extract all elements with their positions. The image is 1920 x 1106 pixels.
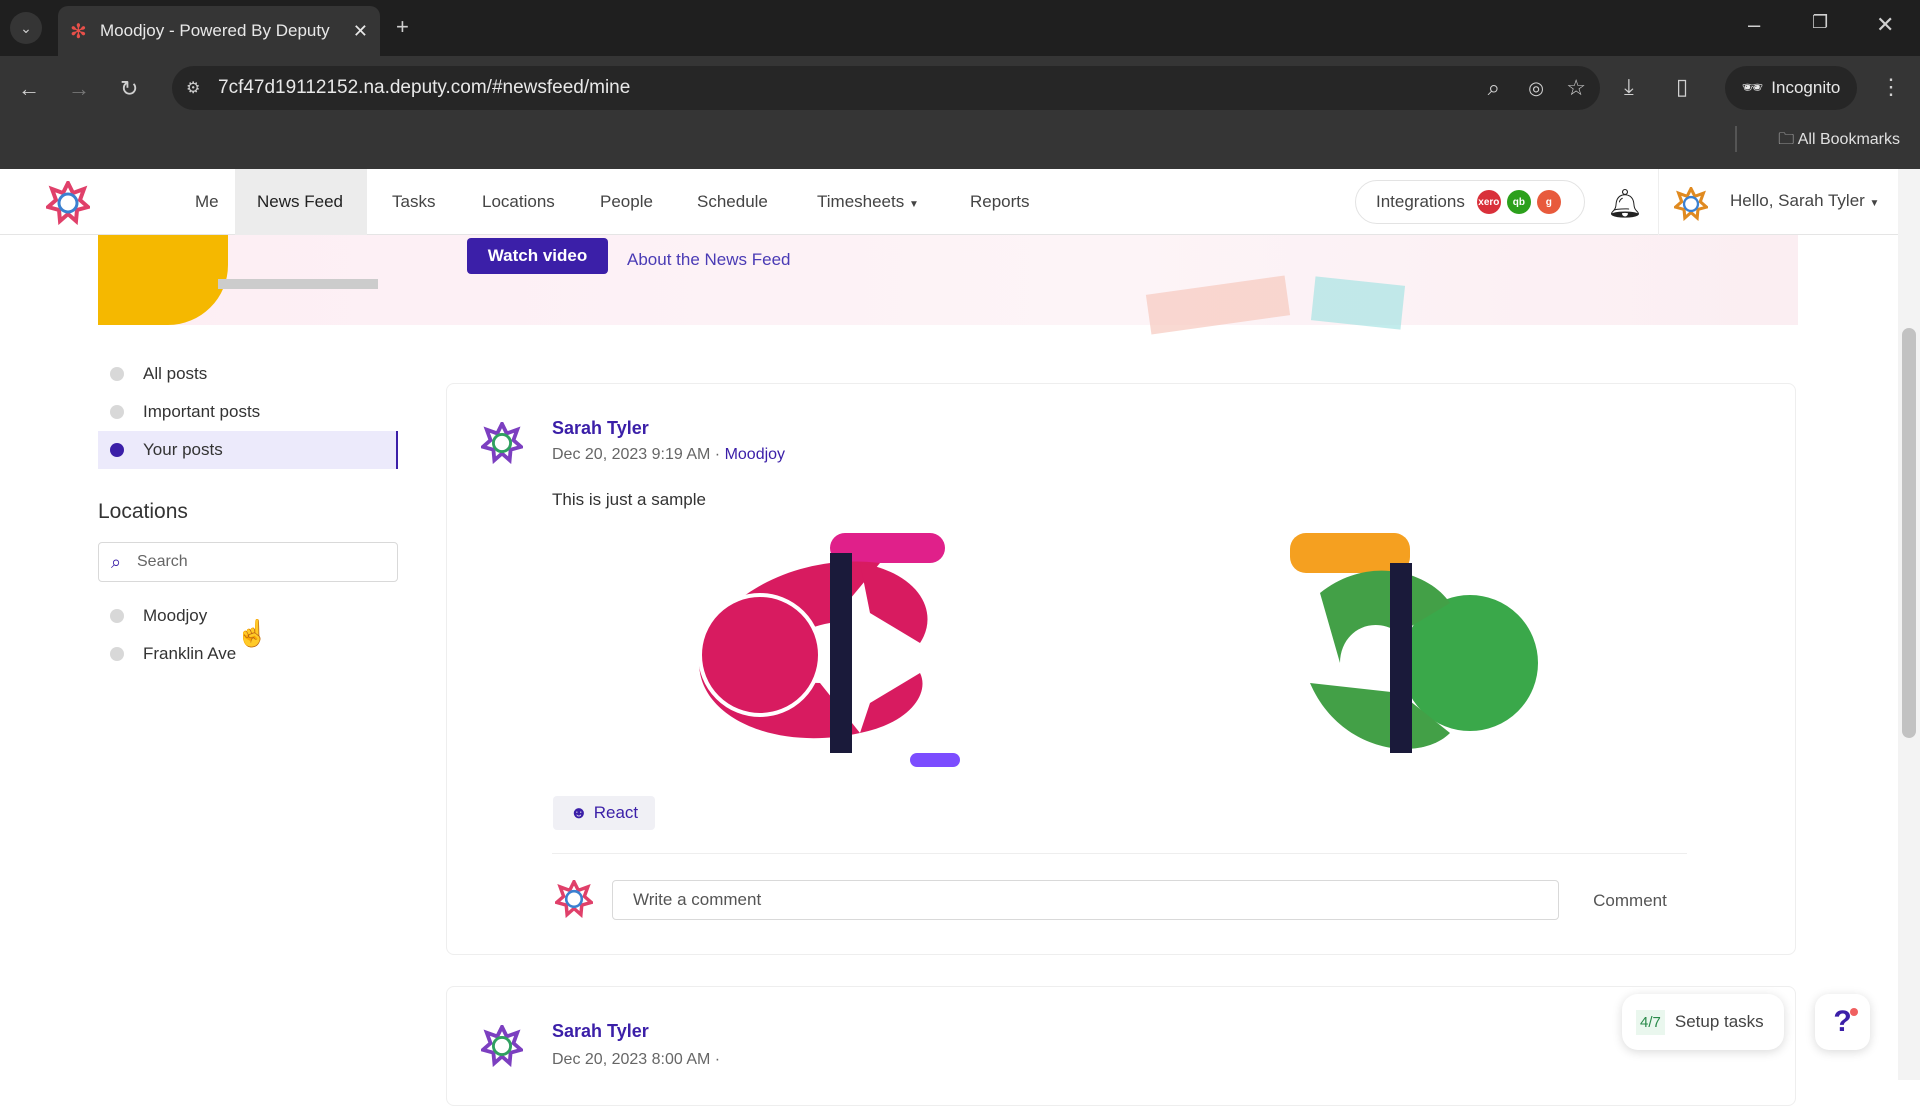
caret-down-icon: ▼ — [1869, 198, 1880, 209]
news-feed-banner — [98, 235, 1798, 335]
comment-button[interactable]: Comment — [1580, 884, 1680, 918]
post-image-left[interactable] — [680, 533, 980, 767]
filter-icon — [110, 367, 124, 381]
tab-title: Moodjoy - Powered By Deputy — [100, 21, 330, 40]
all-bookmarks[interactable]: 🗀 All Bookmarks — [1778, 128, 1900, 155]
filter-important-posts[interactable]: Important posts — [98, 393, 398, 431]
post-image-right[interactable] — [1280, 533, 1560, 767]
nav-tasks[interactable]: Tasks — [370, 169, 457, 235]
reload-icon[interactable]: ↻ — [120, 76, 138, 102]
gusto-icon: g — [1536, 190, 1561, 214]
nav-people[interactable]: People — [578, 169, 675, 235]
pin-icon — [110, 647, 124, 661]
location-search-input[interactable]: ⌕ Search — [98, 542, 398, 582]
post-text: This is just a sample — [552, 490, 706, 509]
location-label: Moodjoy — [143, 606, 208, 625]
post-card — [446, 986, 1796, 1106]
smiley-icon: ☻ — [569, 803, 588, 822]
watch-video-button[interactable]: Watch video — [467, 238, 608, 274]
url-text: 7cf47d19112152.na.deputy.com/#newsfeed/m… — [218, 77, 631, 98]
post-meta: Dec 20, 2023 9:19 AM · Moodjoy — [552, 446, 785, 464]
help-icon: ? — [1833, 1005, 1852, 1038]
pin-icon — [110, 609, 124, 623]
post-author-avatar[interactable] — [481, 1025, 523, 1067]
zoom-icon[interactable]: ⌕ — [1488, 75, 1500, 101]
location-label: Franklin Ave — [143, 644, 237, 663]
setup-label: Setup tasks — [1674, 1012, 1764, 1031]
star-icon[interactable]: ☆ — [1566, 75, 1586, 101]
close-window-button[interactable]: ✕ — [1876, 12, 1894, 38]
side-panel-icon[interactable]: ▯ — [1676, 74, 1688, 100]
incognito-icon: 🕶 — [1741, 78, 1764, 97]
favicon-icon: ✻ — [70, 20, 87, 43]
search-icon: ⌕ — [111, 551, 122, 572]
filter-all-posts[interactable]: All posts — [98, 355, 398, 393]
incognito-label: Incognito — [1771, 78, 1841, 97]
close-tab-icon[interactable]: ✕ — [353, 21, 368, 42]
browser-tab[interactable]: ✻ Moodjoy - Powered By Deputy ✕ — [58, 6, 380, 56]
post-author[interactable]: Sarah Tyler — [552, 418, 649, 439]
setup-progress: 4/7 — [1636, 1009, 1665, 1035]
nav-locations[interactable]: Locations — [460, 169, 577, 235]
app-nav: Me News Feed Tasks Locations People Sche… — [0, 169, 1898, 235]
filter-icon — [110, 443, 124, 457]
post-author[interactable]: Sarah Tyler — [552, 1021, 649, 1042]
filter-label: Your posts — [143, 440, 223, 459]
search-placeholder: Search — [137, 553, 188, 570]
nav-reports[interactable]: Reports — [948, 169, 1052, 235]
greeting: Hello, Sarah Tyler — [1730, 191, 1865, 210]
post-date: Dec 20, 2023 9:19 AM · — [552, 446, 721, 463]
user-menu[interactable]: Hello, Sarah Tyler ▼ — [1730, 191, 1879, 211]
bell-icon[interactable]: 🔔︎ — [1607, 187, 1643, 220]
nav-schedule[interactable]: Schedule — [675, 169, 790, 235]
download-icon[interactable]: ⤓ — [1624, 74, 1634, 100]
post-location[interactable]: Moodjoy — [725, 446, 785, 463]
quickbooks-icon: qb — [1506, 190, 1531, 214]
filter-your-posts[interactable]: Your posts — [98, 431, 398, 469]
browser-tab-bar: ⌄ ✻ Moodjoy - Powered By Deputy ✕ + – ❐ … — [0, 0, 1920, 56]
restore-button[interactable]: ❐ — [1812, 12, 1828, 33]
bookmarks-label: All Bookmarks — [1797, 131, 1900, 148]
site-info-icon[interactable]: ⚙ — [186, 78, 200, 98]
react-button[interactable]: ☻ React — [553, 796, 655, 830]
commenter-avatar — [555, 880, 593, 918]
filter-label: All posts — [143, 364, 208, 383]
react-label: React — [593, 803, 639, 822]
deputy-logo-icon[interactable] — [46, 181, 90, 225]
back-icon[interactable]: ← — [18, 76, 40, 102]
post-card — [446, 383, 1796, 955]
timesheets-label: Timesheets — [817, 192, 905, 211]
locations-heading: Locations — [98, 500, 188, 523]
tab-search-button[interactable]: ⌄ — [10, 12, 42, 44]
filter-icon — [110, 405, 124, 419]
post-date: Dec 20, 2023 8:00 AM · — [552, 1051, 721, 1068]
notification-dot — [1850, 1008, 1858, 1016]
integrations-button[interactable]: Integrations xero qb g — [1355, 180, 1585, 224]
eye-off-icon[interactable]: ◎ — [1528, 78, 1544, 99]
about-news-feed-link[interactable]: About the News Feed — [627, 250, 790, 270]
folder-icon: 🗀 — [1778, 131, 1795, 148]
caret-down-icon: ▼ — [908, 199, 919, 210]
bookmarks-divider — [1735, 126, 1737, 152]
comment-input[interactable]: Write a comment — [612, 880, 1559, 920]
setup-tasks-button[interactable]: 4/7 Setup tasks — [1622, 994, 1784, 1050]
cursor-icon: ☝ — [236, 618, 269, 648]
banner-illustration — [98, 235, 228, 325]
address-bar[interactable]: ⚙ 7cf47d19112152.na.deputy.com/#newsfeed… — [172, 66, 1600, 110]
help-button[interactable]: ? — [1815, 994, 1870, 1050]
menu-icon[interactable]: ⋮ — [1880, 74, 1902, 100]
post-author-avatar[interactable] — [481, 422, 523, 464]
forward-icon[interactable]: → — [68, 76, 90, 102]
nav-timesheets[interactable]: Timesheets ▼ — [795, 169, 941, 235]
xero-icon: xero — [1476, 190, 1501, 214]
incognito-indicator[interactable]: 🕶 Incognito — [1725, 66, 1857, 110]
minimize-button[interactable]: – — [1748, 12, 1760, 38]
user-avatar-icon[interactable] — [1674, 187, 1708, 221]
integrations-label: Integrations — [1376, 192, 1465, 211]
filter-label: Important posts — [143, 402, 261, 421]
nav-news-feed[interactable]: News Feed — [235, 169, 367, 235]
new-tab-button[interactable]: + — [396, 14, 409, 40]
scrollbar-thumb[interactable] — [1902, 328, 1916, 738]
nav-me[interactable]: Me — [173, 169, 241, 235]
